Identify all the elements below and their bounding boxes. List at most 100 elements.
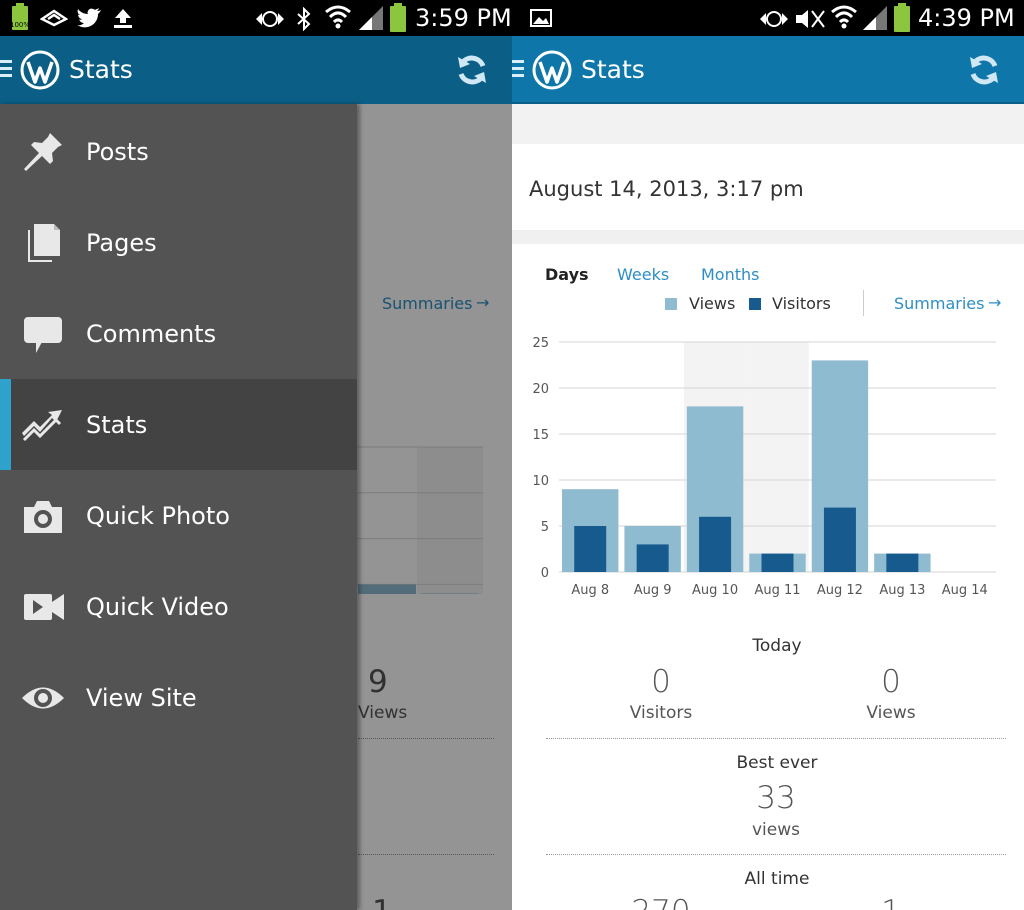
stats-icon bbox=[22, 410, 62, 442]
signal-icon bbox=[359, 6, 383, 30]
battery-icon bbox=[390, 3, 406, 32]
chart-y-tick-label: 25 bbox=[532, 336, 549, 351]
upload-icon bbox=[114, 9, 132, 28]
data-sync-icon bbox=[40, 9, 68, 27]
status-time: 4:39 PM bbox=[918, 4, 1015, 32]
chart-legend: Views Visitors Summaries → bbox=[512, 290, 1024, 316]
drawer-item-quick-photo[interactable]: Quick Photo bbox=[0, 470, 357, 561]
drawer-item-view-site[interactable]: View Site bbox=[0, 652, 357, 743]
today-visitors-label: Visitors bbox=[629, 703, 693, 723]
drawer-item-quick-video[interactable]: Quick Video bbox=[0, 561, 357, 652]
status-time: 3:59 PM bbox=[415, 4, 512, 32]
legend-divider bbox=[863, 290, 864, 316]
chart-x-tick-label: Aug 8 bbox=[571, 583, 609, 598]
eye-icon bbox=[22, 687, 64, 709]
stats-bar-chart[interactable]: 0 5 10 15 20 25 Aug 8 Aug 9 Aug 10 Aug 11 Aug 12 Au… bbox=[512, 326, 1024, 606]
nfc-rotate-icon bbox=[760, 11, 788, 27]
battery-percent: 100% bbox=[10, 21, 31, 29]
chart-y-tick-label: 15 bbox=[532, 428, 549, 443]
today-views-label: Views bbox=[866, 703, 916, 723]
action-bar: Stats bbox=[0, 36, 512, 104]
tab-months[interactable]: Months bbox=[701, 264, 759, 286]
section-separator bbox=[512, 230, 1024, 244]
action-bar-title: Stats bbox=[581, 55, 645, 84]
chart-x-tick-label: Aug 13 bbox=[879, 583, 925, 598]
refresh-icon[interactable] bbox=[966, 52, 1002, 88]
all-time-left-value: 270 bbox=[611, 894, 711, 910]
nfc-rotate-icon bbox=[256, 11, 284, 27]
drawer-item-label: Stats bbox=[86, 411, 148, 439]
drawer-item-posts[interactable]: Posts bbox=[0, 106, 357, 197]
navigation-drawer: Posts Pages Comments Stats Quick Photo Q… bbox=[0, 104, 357, 910]
chart-bar-visitors bbox=[823, 507, 856, 572]
legend-label-views: Views bbox=[689, 294, 736, 313]
comment-icon bbox=[24, 317, 62, 353]
wordpress-logo-icon[interactable] bbox=[532, 50, 572, 90]
drawer-toggle-icon[interactable] bbox=[0, 60, 12, 80]
drawer-item-label: Comments bbox=[86, 320, 217, 348]
drawer-item-pages[interactable]: Pages bbox=[0, 197, 357, 288]
twitter-icon bbox=[77, 8, 101, 28]
camera-icon bbox=[24, 501, 62, 533]
legend-swatch-visitors bbox=[749, 298, 761, 310]
today-visitors-value: 0 bbox=[651, 664, 671, 700]
action-bar-title: Stats bbox=[69, 55, 133, 84]
stats-date: August 14, 2013, 3:17 pm bbox=[529, 177, 804, 201]
chart-y-tick-label: 20 bbox=[532, 382, 549, 397]
right-screen: 4:39 PM Stats August 14, 2013, 3:17 pm D… bbox=[512, 0, 1024, 910]
chart-x-tick-label: Aug 14 bbox=[942, 583, 988, 598]
top-strip bbox=[512, 104, 1024, 144]
period-tabs: Days Weeks Months bbox=[512, 264, 1024, 288]
video-icon bbox=[24, 594, 64, 620]
status-bar: 100% 3:59 PM bbox=[0, 0, 512, 36]
wifi-icon bbox=[325, 5, 351, 29]
mute-icon bbox=[796, 10, 825, 28]
legend-swatch-views bbox=[665, 298, 677, 310]
refresh-icon[interactable] bbox=[454, 52, 490, 88]
bluetooth-icon bbox=[297, 7, 311, 31]
drawer-item-label: Quick Video bbox=[86, 593, 229, 621]
gallery-icon bbox=[530, 9, 552, 27]
wifi-icon bbox=[831, 5, 857, 29]
divider bbox=[546, 738, 1006, 739]
active-indicator bbox=[0, 379, 11, 470]
divider bbox=[546, 854, 1006, 855]
drawer-toggle-icon[interactable] bbox=[512, 60, 524, 80]
chart-bar-visitors bbox=[761, 553, 794, 572]
tab-days[interactable]: Days bbox=[545, 264, 589, 286]
wordpress-logo-icon[interactable] bbox=[20, 50, 60, 90]
drawer-item-stats[interactable]: Stats bbox=[0, 379, 357, 470]
pages-icon bbox=[28, 224, 60, 262]
summaries-arrow-icon: → bbox=[988, 293, 1002, 312]
chart-y-tick-label: 10 bbox=[532, 474, 549, 489]
tab-weeks[interactable]: Weeks bbox=[617, 264, 669, 286]
battery-icon bbox=[894, 3, 910, 32]
chart-highlight-band bbox=[746, 342, 809, 572]
legend-label-visitors: Visitors bbox=[772, 294, 831, 313]
best-ever-label: views bbox=[751, 820, 800, 840]
all-time-right-value: 1 bbox=[841, 894, 941, 910]
best-ever-value: 33 bbox=[756, 780, 796, 816]
chart-bar-visitors bbox=[699, 516, 732, 572]
chart-bar-visitors bbox=[636, 544, 669, 572]
chart-bar-visitors bbox=[574, 526, 607, 572]
chart-x-tick-label: Aug 9 bbox=[634, 583, 672, 598]
left-screen: Summaries → Aug 16Aug 17 9 Views 1 100% bbox=[0, 0, 512, 910]
chart-x-tick-label: Aug 12 bbox=[817, 583, 863, 598]
today-views-value: 0 bbox=[881, 664, 901, 700]
today-title: Today bbox=[752, 636, 802, 656]
all-time-title: All time bbox=[744, 869, 810, 889]
chart-y-tick-label: 5 bbox=[541, 520, 549, 535]
chart-bar-visitors bbox=[886, 553, 919, 572]
drawer-item-label: View Site bbox=[86, 684, 197, 712]
drawer-item-label: Quick Photo bbox=[86, 502, 230, 530]
drawer-item-label: Posts bbox=[86, 138, 149, 166]
chart-x-tick-label: Aug 10 bbox=[692, 583, 738, 598]
drawer-item-comments[interactable]: Comments bbox=[0, 288, 357, 379]
action-bar: Stats bbox=[512, 36, 1024, 104]
best-ever-title: Best ever bbox=[736, 753, 818, 773]
summaries-link[interactable]: Summaries bbox=[894, 294, 984, 314]
drawer-item-label: Pages bbox=[86, 229, 157, 257]
chart-x-tick-label: Aug 11 bbox=[754, 583, 800, 598]
status-bar: 4:39 PM bbox=[512, 0, 1024, 36]
